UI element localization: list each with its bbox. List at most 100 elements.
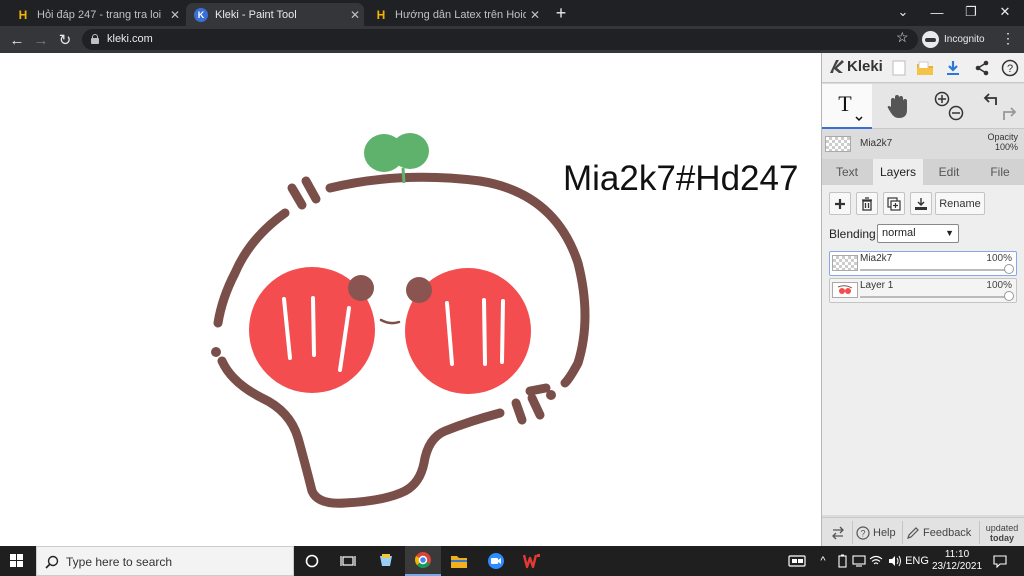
layer-opacity-slider-handle[interactable] — [1004, 291, 1014, 301]
layer-item-layer-1[interactable]: Layer 1 100% — [829, 278, 1017, 303]
kleki-logo-icon — [830, 60, 844, 73]
layer-thumbnail — [825, 136, 851, 152]
incognito-indicator[interactable]: Incognito — [922, 29, 985, 50]
cortana-icon[interactable] — [294, 546, 330, 576]
tab-layers[interactable]: Layers — [873, 159, 923, 185]
tab-edit[interactable]: Edit — [924, 159, 974, 185]
hand-tool-button[interactable] — [873, 84, 923, 129]
volume-icon[interactable] — [886, 546, 904, 576]
file-explorer-icon[interactable] — [441, 546, 477, 576]
zoom-app-icon[interactable] — [478, 546, 514, 576]
delete-layer-button[interactable] — [856, 192, 878, 215]
share-icon[interactable] — [972, 58, 992, 78]
paint-app-icon[interactable] — [368, 546, 404, 576]
update-status[interactable]: updated today — [982, 518, 1022, 547]
layer-opacity-slider-handle[interactable] — [1004, 264, 1014, 274]
browser-toolbar: ← → ↻ kleki.com ☆ Incognito ⋮ — [0, 26, 1024, 53]
kleki-top-bar: Kleki ? — [822, 53, 1024, 83]
layer-opacity-slider[interactable] — [860, 296, 1008, 298]
duplicate-layer-button[interactable] — [883, 192, 905, 215]
blending-mode-value: normal — [882, 227, 916, 239]
blending-mode-select[interactable]: normal ▼ — [877, 224, 959, 243]
tab-text[interactable]: Text — [822, 159, 872, 185]
new-image-icon[interactable] — [889, 58, 909, 78]
new-tab-button[interactable]: + — [552, 4, 570, 22]
svg-text:?: ? — [1007, 63, 1013, 75]
help-label: Help — [873, 526, 896, 539]
windows-start-icon[interactable] — [10, 554, 24, 568]
kleki-logo[interactable]: Kleki — [828, 58, 883, 75]
chrome-app-icon[interactable] — [405, 546, 441, 576]
swap-side-icon[interactable] — [828, 518, 848, 547]
merge-layer-button[interactable] — [910, 192, 932, 215]
notifications-icon[interactable] — [990, 546, 1010, 576]
opacity-label: Opacity — [987, 132, 1018, 142]
battery-icon[interactable] — [834, 546, 850, 576]
back-arrow-icon[interactable]: ← — [7, 30, 27, 50]
wifi-icon[interactable] — [868, 546, 884, 576]
clock-date: 23/12/2021 — [931, 561, 983, 572]
incognito-label: Incognito — [944, 34, 985, 45]
tab-search-chevron-icon[interactable]: ⌄ — [886, 0, 920, 24]
add-layer-button[interactable] — [829, 192, 851, 215]
tab-huong-dan-latex[interactable]: H Hướng dẫn Latex trên Hoidap247 ✕ — [366, 3, 544, 26]
blending-label: Blending — [829, 227, 876, 241]
minimize-button[interactable]: — — [920, 0, 954, 24]
language-indicator[interactable]: ENG — [904, 546, 930, 576]
panel-tabs: Text Layers Edit File — [822, 159, 1024, 185]
chevron-up-icon[interactable]: ^ — [814, 546, 832, 576]
tab-file[interactable]: File — [975, 159, 1024, 185]
meet-now-icon[interactable] — [784, 546, 810, 576]
wps-office-icon[interactable] — [514, 546, 550, 576]
outline-dash — [525, 383, 551, 396]
panel-footer: ? Help Feedback updated today — [822, 517, 1024, 546]
undo-redo-buttons[interactable] — [975, 84, 1024, 129]
undo-redo-icon — [983, 92, 1017, 120]
layer-opacity-slider[interactable] — [860, 269, 1008, 271]
open-folder-icon[interactable] — [915, 58, 935, 78]
search-icon — [45, 555, 59, 569]
hand-icon — [887, 94, 907, 118]
download-icon[interactable] — [943, 58, 963, 78]
close-tab-icon[interactable]: ✕ — [526, 8, 544, 22]
left-eye — [348, 275, 374, 301]
plus-icon — [835, 198, 845, 209]
taskbar-search-box[interactable]: Type here to search — [36, 546, 294, 576]
text-tool-icon: T — [838, 91, 863, 121]
address-bar[interactable]: kleki.com — [82, 29, 918, 50]
feedback-button[interactable]: Feedback — [906, 518, 971, 547]
bookmark-star-icon[interactable]: ☆ — [896, 29, 909, 46]
close-tab-icon[interactable]: ✕ — [346, 8, 364, 22]
help-circle-icon[interactable]: ? — [1000, 58, 1020, 78]
browser-menu-icon[interactable]: ⋮ — [1000, 30, 1016, 47]
zoom-buttons[interactable] — [924, 84, 974, 129]
close-tab-icon[interactable]: ✕ — [166, 8, 184, 22]
close-window-button[interactable]: ✕ — [988, 0, 1022, 24]
svg-text:?: ? — [860, 528, 865, 538]
layer-thumbnail — [832, 282, 858, 298]
kleki-favicon-icon: K — [194, 7, 208, 22]
layer-item-mia2k7[interactable]: Mia2k7 100% — [829, 251, 1017, 276]
restore-button[interactable]: ❐ — [954, 0, 988, 24]
drawing-canvas[interactable]: Mia2k7#Hd247 — [0, 53, 821, 546]
task-view-icon[interactable] — [330, 546, 366, 576]
tab-kleki-paint-tool[interactable]: K Kleki - Paint Tool ✕ — [186, 3, 364, 26]
clock-time: 11:10 — [944, 549, 970, 560]
tab-hoidap-247[interactable]: H Hỏi đáp 247 - trang tra loi ✕ — [8, 3, 184, 26]
trash-icon — [862, 196, 872, 211]
reload-icon[interactable]: ↻ — [55, 30, 75, 50]
forward-arrow-icon[interactable]: → — [31, 30, 51, 50]
search-placeholder: Type here to search — [66, 555, 173, 569]
rename-layer-button[interactable]: Rename — [935, 192, 985, 215]
canvas-drawing — [211, 133, 590, 508]
opacity-readout: Opacity 100% — [987, 132, 1018, 152]
current-layer-header: Mia2k7 Opacity 100% — [822, 130, 1024, 158]
taskbar-clock[interactable]: 11:10 23/12/2021 — [928, 549, 986, 573]
right-eye — [406, 277, 432, 303]
windows-taskbar: Type here to search ^ ENG 11:10 23/12/20… — [0, 546, 1024, 576]
text-tool-button[interactable]: T — [822, 84, 872, 129]
help-icon: ? — [856, 525, 870, 540]
network-icon[interactable] — [851, 546, 867, 576]
tab-title: Kleki - Paint Tool — [215, 8, 297, 21]
help-button[interactable]: ? Help — [856, 518, 896, 547]
